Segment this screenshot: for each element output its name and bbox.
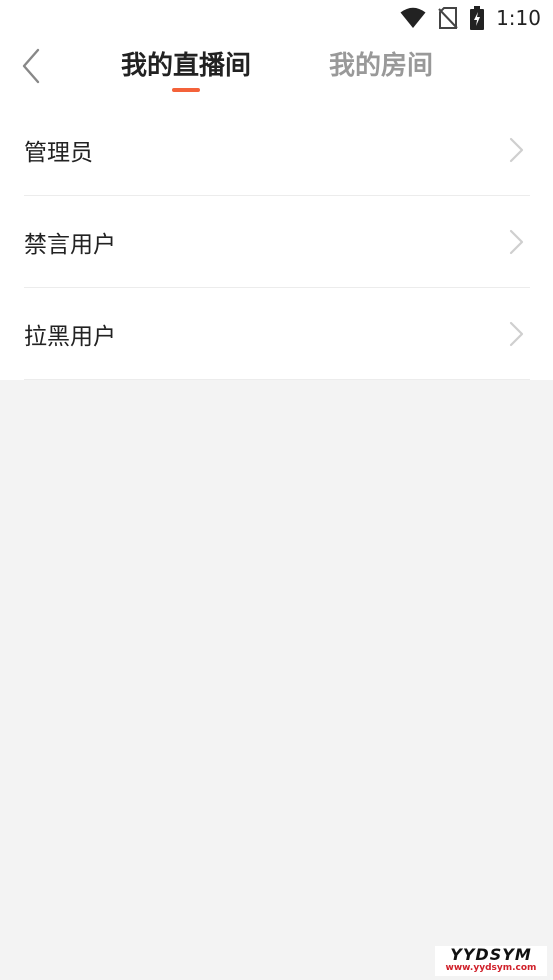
- menu-list: 管理员 禁言用户 拉黑用户: [0, 104, 553, 380]
- menu-item-label: 禁言用户: [24, 231, 116, 258]
- menu-item-label: 管理员: [24, 139, 93, 166]
- menu-item-muted-users[interactable]: 禁言用户: [24, 196, 530, 288]
- status-time: 1:10: [496, 6, 541, 30]
- chevron-right-icon: [509, 137, 524, 162]
- menu-item-label: 拉黑用户: [24, 323, 116, 350]
- chevron-left-icon: [22, 48, 40, 84]
- no-sim-icon: [438, 7, 458, 29]
- chevron-right-icon: [509, 229, 524, 254]
- watermark-sub: www.yydsym.com: [445, 963, 537, 973]
- back-button[interactable]: [14, 46, 50, 86]
- watermark-logo: YYDSYM www.yydsym.com: [435, 946, 547, 976]
- menu-item-blocked-users[interactable]: 拉黑用户: [24, 288, 530, 380]
- tab-my-room[interactable]: 我的房间: [329, 46, 433, 86]
- header: 我的直播间 我的房间: [0, 36, 553, 104]
- wifi-icon: [400, 7, 426, 28]
- menu-item-admins[interactable]: 管理员: [24, 104, 530, 196]
- active-tab-indicator: [172, 88, 200, 92]
- chevron-right-icon: [509, 321, 524, 346]
- top-area: 1:10 我的直播间 我的房间 管理员 禁言用户 拉黑用户: [0, 0, 553, 380]
- watermark-main: YYDSYM: [450, 945, 532, 964]
- battery-charging-icon: [470, 6, 485, 30]
- status-bar: 1:10: [0, 0, 553, 36]
- tab-my-live-room[interactable]: 我的直播间: [121, 46, 251, 86]
- status-icons: 1:10: [400, 6, 541, 30]
